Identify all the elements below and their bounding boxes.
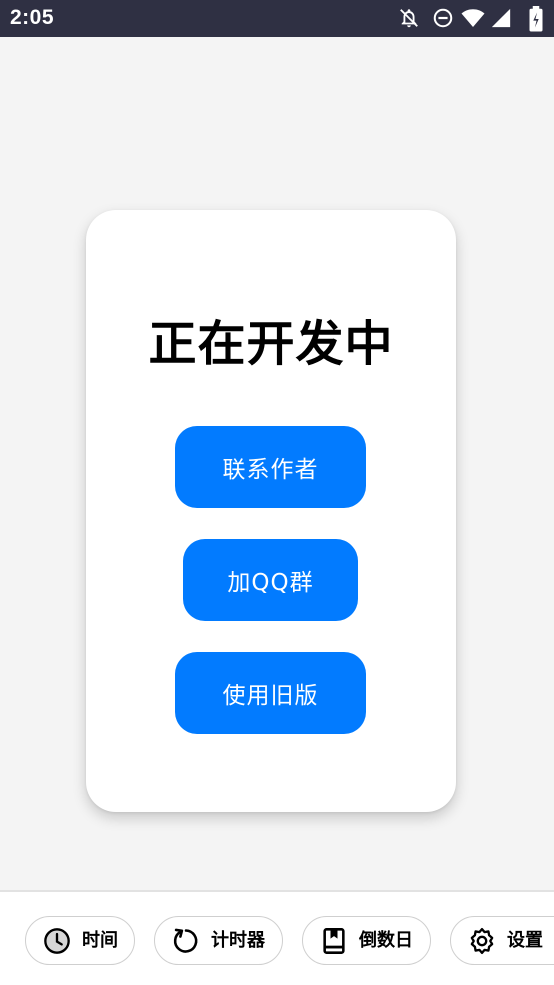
bookmark-book-icon xyxy=(323,928,345,954)
nav-item-label: 时间 xyxy=(82,930,118,951)
nav-item-countdown[interactable]: 倒数日 xyxy=(302,916,431,965)
do-not-disturb-icon xyxy=(433,8,453,28)
clock-icon xyxy=(44,928,70,954)
gear-icon xyxy=(470,927,494,955)
join-qq-group-button[interactable]: 加QQ群 xyxy=(183,539,358,621)
contact-author-button[interactable]: 联系作者 xyxy=(175,426,366,508)
notifications-off-icon xyxy=(400,9,418,28)
battery-icon xyxy=(529,6,543,32)
nav-item-timer[interactable]: 计时器 xyxy=(154,916,283,965)
use-old-version-button[interactable]: 使用旧版 xyxy=(175,652,366,734)
development-card: 正在开发中 联系作者 加QQ群 使用旧版 xyxy=(86,210,456,812)
nav-item-label: 设置 xyxy=(507,930,543,951)
refresh-timer-icon xyxy=(173,928,198,953)
wifi-icon xyxy=(461,9,485,27)
nav-item-label: 计时器 xyxy=(211,930,265,951)
nav-item-label: 倒数日 xyxy=(359,930,413,951)
page-title: 正在开发中 xyxy=(148,316,394,372)
bottom-nav: 时间 计时器 倒数日 设置 xyxy=(0,890,554,985)
nav-item-settings[interactable]: 设置 xyxy=(450,916,554,965)
status-bar: 2:05 xyxy=(0,0,554,37)
signal-icon xyxy=(491,8,511,28)
status-time: 2:05 xyxy=(10,6,55,29)
nav-item-time[interactable]: 时间 xyxy=(25,916,135,965)
